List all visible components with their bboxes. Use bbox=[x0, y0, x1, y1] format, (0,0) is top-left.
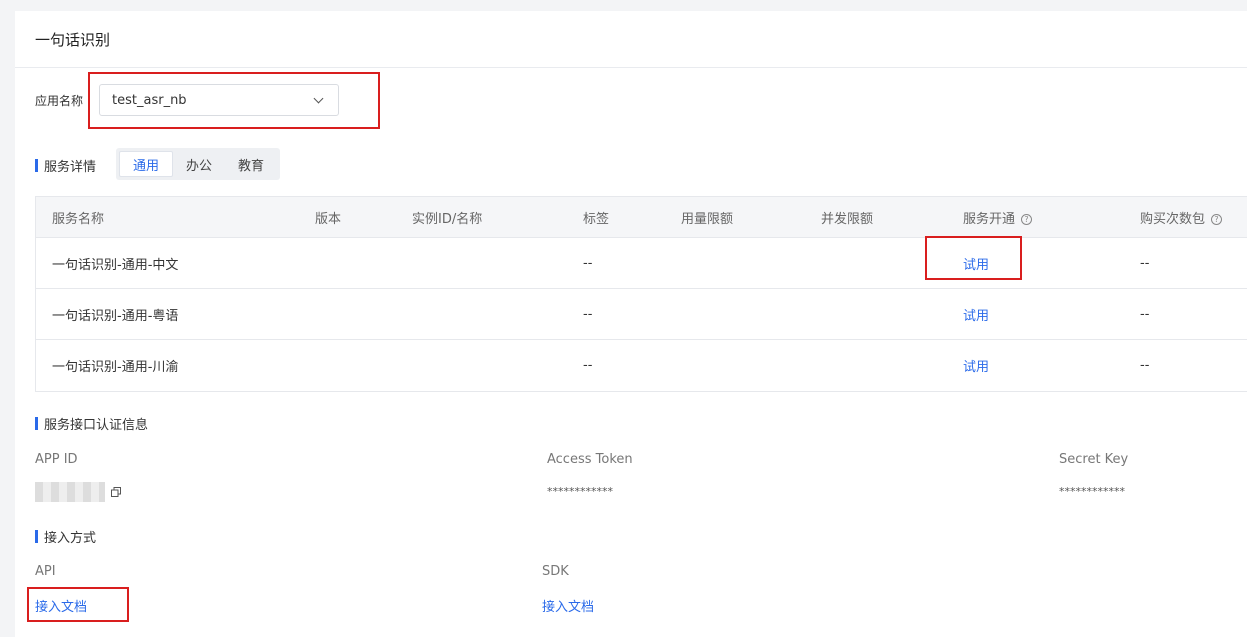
purchase-value: -- bbox=[1140, 358, 1150, 373]
tab-general[interactable]: 通用 bbox=[119, 151, 174, 177]
section-bar bbox=[35, 417, 38, 430]
api-label: API bbox=[35, 564, 56, 579]
highlight-box-api-doc bbox=[27, 587, 129, 622]
col-usage-limit: 用量限额 bbox=[681, 211, 734, 227]
col-service-activation: 服务开通? bbox=[963, 208, 1033, 227]
service-details-title: 服务详情 bbox=[35, 156, 96, 175]
col-service-activation-label: 服务开通 bbox=[963, 211, 1016, 227]
highlight-box-app-select bbox=[88, 72, 380, 129]
purchase-value: -- bbox=[1140, 306, 1150, 322]
tab-office[interactable]: 办公 bbox=[173, 151, 225, 177]
service-tag: -- bbox=[583, 358, 593, 373]
trial-link[interactable]: 试用 bbox=[963, 356, 989, 375]
help-icon[interactable]: ? bbox=[1021, 213, 1033, 225]
tab-education[interactable]: 教育 bbox=[225, 151, 277, 177]
panel-header: 一句话识别 bbox=[15, 11, 1247, 68]
col-purchase: 购买次数包? bbox=[1140, 208, 1223, 227]
section-bar bbox=[35, 159, 38, 172]
col-service-name: 服务名称 bbox=[52, 211, 105, 227]
access-title: 接入方式 bbox=[35, 527, 96, 546]
col-concurrency-limit: 并发限额 bbox=[821, 211, 874, 227]
page-title: 一句话识别 bbox=[35, 30, 111, 49]
app-id-label: APP ID bbox=[35, 452, 78, 467]
service-tag: -- bbox=[583, 255, 593, 271]
col-purchase-label: 购买次数包 bbox=[1140, 211, 1206, 227]
app-id-value-masked bbox=[35, 482, 105, 502]
copy-icon[interactable] bbox=[111, 487, 121, 497]
trial-link[interactable]: 试用 bbox=[963, 305, 989, 324]
access-title-text: 接入方式 bbox=[44, 531, 97, 546]
help-icon[interactable]: ? bbox=[1211, 213, 1223, 225]
section-bar bbox=[35, 530, 38, 543]
service-table: 服务名称 版本 实例ID/名称 标签 用量限额 并发限额 服务开通? 购买次数包… bbox=[35, 196, 1247, 392]
secret-key-value: ************ bbox=[1059, 485, 1125, 498]
col-version: 版本 bbox=[315, 211, 342, 227]
category-tabs: 通用 办公 教育 bbox=[116, 148, 281, 180]
service-name: 一句话识别-通用-川渝 bbox=[52, 360, 179, 375]
sdk-label: SDK bbox=[542, 564, 569, 579]
table-row: 一句话识别-通用-粤语 -- 试用 -- bbox=[36, 289, 1247, 340]
app-select-label: 应用名称 bbox=[35, 93, 84, 108]
access-token-value: ************ bbox=[547, 485, 613, 498]
table-row: 一句话识别-通用-川渝 -- 试用 -- bbox=[36, 340, 1247, 391]
service-name: 一句话识别-通用-中文 bbox=[52, 257, 179, 273]
col-instance: 实例ID/名称 bbox=[412, 211, 483, 227]
col-tag: 标签 bbox=[583, 211, 610, 227]
access-token-label: Access Token bbox=[547, 452, 633, 467]
secret-key-label: Secret Key bbox=[1059, 452, 1129, 467]
table-row: 一句话识别-通用-中文 -- 试用 -- bbox=[36, 238, 1247, 289]
highlight-box-trial bbox=[925, 236, 1022, 280]
service-details-title-text: 服务详情 bbox=[44, 160, 97, 175]
credentials-title: 服务接口认证信息 bbox=[35, 414, 148, 433]
credentials-title-text: 服务接口认证信息 bbox=[44, 418, 149, 433]
sdk-doc-link[interactable]: 接入文档 bbox=[542, 596, 594, 615]
purchase-value: -- bbox=[1140, 255, 1150, 271]
service-name: 一句话识别-通用-粤语 bbox=[52, 308, 179, 324]
table-header: 服务名称 版本 实例ID/名称 标签 用量限额 并发限额 服务开通? 购买次数包… bbox=[36, 197, 1247, 238]
service-tag: -- bbox=[583, 306, 593, 322]
